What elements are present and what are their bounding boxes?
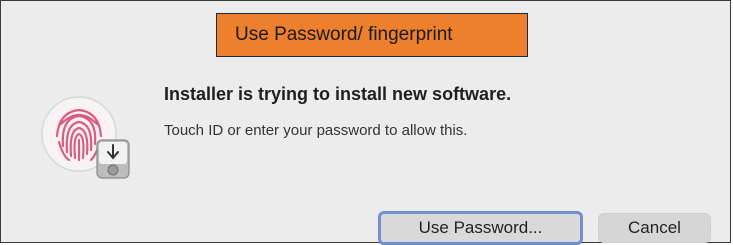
cancel-button[interactable]: Cancel <box>598 213 711 243</box>
touch-id-fingerprint-icon <box>41 96 130 179</box>
cancel-label: Cancel <box>628 218 681 237</box>
dialog-message: Touch ID or enter your password to allow… <box>164 122 468 139</box>
use-password-button[interactable]: Use Password... <box>378 211 583 245</box>
annotation-text: Use Password/ fingerprint <box>235 24 453 45</box>
use-password-label: Use Password... <box>418 218 543 237</box>
installer-disk-icon <box>96 139 130 179</box>
dialog-title: Installer is trying to install new softw… <box>164 84 512 104</box>
annotation-label: Use Password/ fingerprint <box>216 13 528 57</box>
auth-dialog: Use Password/ fingerprint Installer is t… <box>0 0 731 245</box>
